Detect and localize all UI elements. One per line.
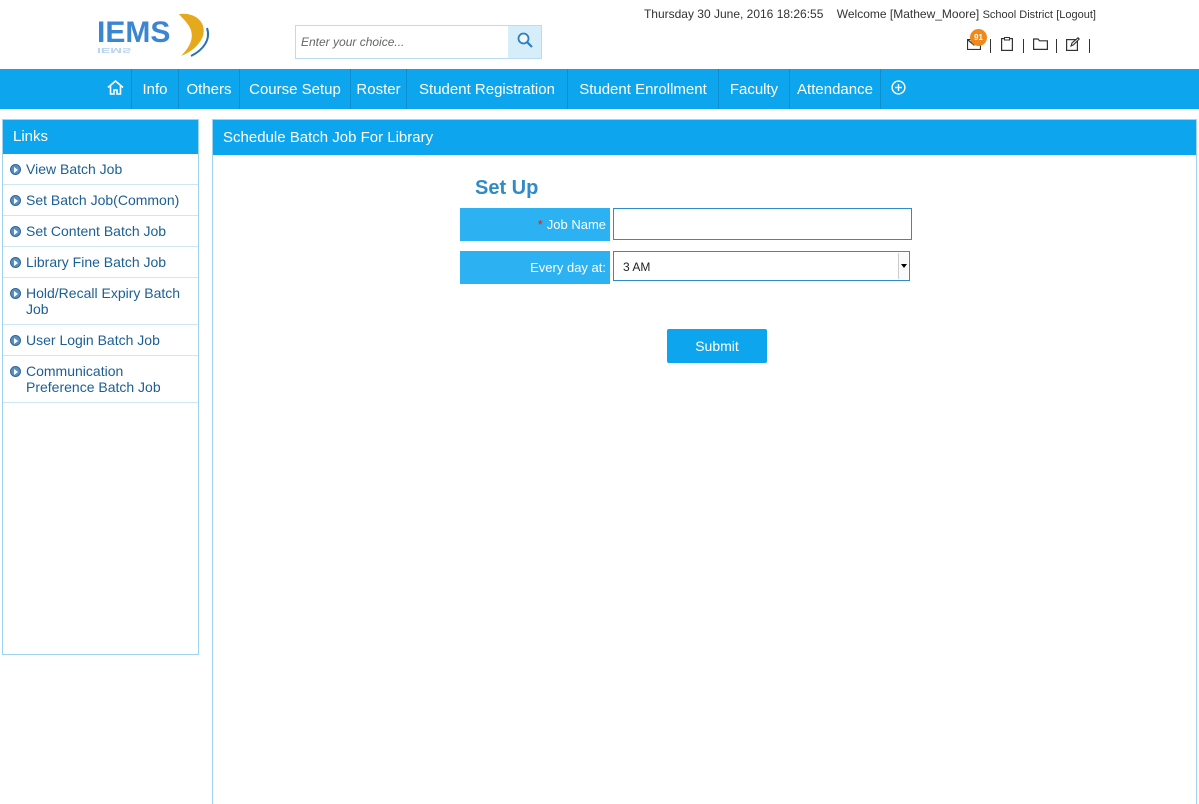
section-title: Set Up [475, 177, 539, 199]
svg-text:IEMS: IEMS [97, 46, 131, 54]
sidebar-item-label: View Batch Job [26, 161, 123, 177]
top-icons: 91 [964, 29, 1096, 56]
svg-text:IEMS: IEMS [97, 16, 170, 49]
nav-faculty[interactable]: Faculty [719, 69, 790, 109]
every-day-label: Every day at: [460, 251, 610, 284]
search-icon [516, 31, 534, 54]
arrow-circle-icon [10, 366, 21, 377]
nav-student-enrollment[interactable]: Student Enrollment [568, 69, 719, 109]
job-name-label: * Job Name [460, 208, 610, 241]
required-marker: * [537, 217, 543, 232]
page-title: Schedule Batch Job For Library [213, 120, 1196, 155]
arrow-circle-icon [10, 226, 21, 237]
sidebar-title: Links [3, 120, 198, 154]
sidebar-item-communication-preference-batch-job[interactable]: Communication Preference Batch Job [3, 356, 198, 403]
clipboard-icon [1001, 36, 1014, 56]
folder-icon [1032, 37, 1048, 55]
search-button[interactable] [508, 26, 541, 58]
district-text: School District [982, 9, 1053, 21]
nav-home[interactable] [100, 69, 132, 109]
nav-more[interactable] [881, 69, 915, 109]
sidebar-item-label: Library Fine Batch Job [26, 254, 167, 270]
mail-badge: 91 [970, 29, 987, 46]
sidebar-item-set-content-batch-job[interactable]: Set Content Batch Job [3, 216, 198, 247]
logout-link[interactable]: [Logout] [1056, 9, 1096, 21]
arrow-circle-icon [10, 335, 21, 346]
arrow-circle-icon [10, 164, 21, 175]
header: IEMS IEMS Thursday 30 June, 2016 18:26:5… [0, 0, 1199, 69]
divider [990, 39, 991, 53]
iems-logo[interactable]: IEMS IEMS [95, 10, 215, 60]
sidebar-item-label: Set Batch Job(Common) [26, 192, 180, 208]
every-day-value: 3 AM [623, 260, 651, 274]
sidebar-item-label: Hold/Recall Expiry Batch Job [26, 285, 181, 317]
nav-menu: Info Others Course Setup Roster Student … [100, 69, 915, 109]
job-name-label-text: Job Name [546, 217, 606, 232]
nav-others[interactable]: Others [179, 69, 240, 109]
divider [1056, 39, 1057, 53]
sidebar-item-label: User Login Batch Job [26, 332, 160, 348]
sidebar-item-hold-recall-expiry-batch-job[interactable]: Hold/Recall Expiry Batch Job [3, 278, 198, 325]
main-navbar: Info Others Course Setup Roster Student … [0, 69, 1199, 109]
clipboard-button[interactable] [997, 36, 1017, 56]
home-icon [107, 79, 124, 99]
search-box [295, 25, 542, 59]
every-day-select[interactable]: 3 AM [613, 251, 910, 281]
search-input[interactable] [298, 28, 506, 56]
datetime: Thursday 30 June, 2016 18:26:55 [643, 7, 824, 21]
links-sidebar: Links View Batch Job Set Batch Job(Commo… [2, 119, 199, 655]
sidebar-item-label: Set Content Batch Job [26, 223, 167, 239]
edit-icon [1066, 36, 1080, 56]
sidebar-item-user-login-batch-job[interactable]: User Login Batch Job [3, 325, 198, 356]
submit-button[interactable]: Submit [667, 329, 767, 363]
dropdown-arrow-icon [898, 253, 908, 279]
arrow-circle-icon [10, 195, 21, 206]
plus-circle-icon [890, 79, 906, 99]
nav-info[interactable]: Info [132, 69, 179, 109]
mail-button[interactable]: 91 [964, 29, 987, 55]
sidebar-item-view-batch-job[interactable]: View Batch Job [3, 154, 198, 185]
nav-student-registration[interactable]: Student Registration [407, 69, 568, 109]
edit-button[interactable] [1063, 36, 1083, 56]
sidebar-item-library-fine-batch-job[interactable]: Library Fine Batch Job [3, 247, 198, 278]
nav-roster[interactable]: Roster [351, 69, 407, 109]
sidebar-item-label: Communication Preference Batch Job [26, 363, 161, 395]
user-info: Thursday 30 June, 2016 18:26:55 Welcome … [644, 7, 1096, 21]
arrow-circle-icon [10, 257, 21, 268]
nav-course-setup[interactable]: Course Setup [240, 69, 351, 109]
welcome-text: Welcome [Mathew_Moore] [836, 7, 980, 21]
main-panel: Schedule Batch Job For Library Set Up * J… [212, 119, 1197, 804]
divider [1023, 39, 1024, 53]
arrow-circle-icon [10, 288, 21, 299]
job-name-input[interactable] [613, 208, 912, 240]
folder-button[interactable] [1030, 37, 1050, 55]
nav-attendance[interactable]: Attendance [790, 69, 881, 109]
divider [1089, 39, 1090, 53]
sidebar-item-set-batch-job-common[interactable]: Set Batch Job(Common) [3, 185, 198, 216]
